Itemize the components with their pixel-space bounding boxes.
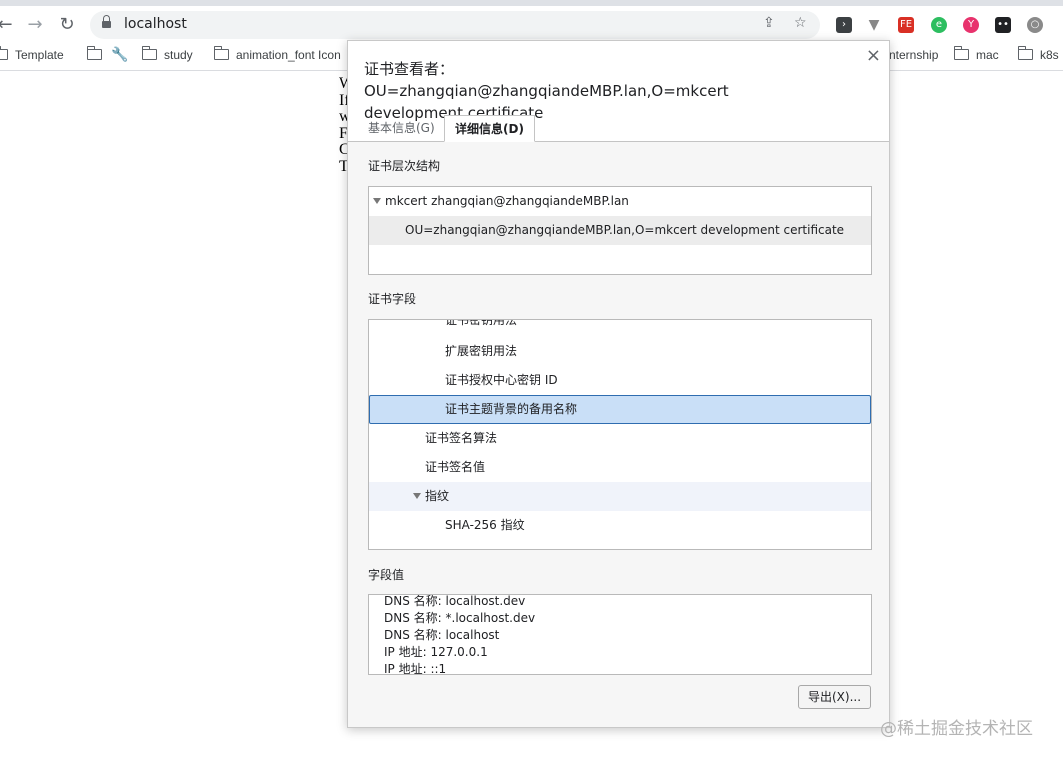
address-bar[interactable]: localhost ⇪ ☆ — [90, 11, 820, 39]
fields-label: 证书字段 — [368, 292, 417, 306]
bookmark-folder[interactable] — [87, 46, 109, 62]
forward-arrow-icon[interactable]: → — [24, 14, 46, 36]
star-icon[interactable]: ☆ — [794, 15, 807, 31]
close-icon[interactable]: × — [866, 45, 881, 66]
export-button[interactable]: 导出(X)... — [798, 685, 871, 709]
browser-toolbar: ← → ↻ localhost ⇪ ☆ › ▼ FE e Y •• ○ — [0, 0, 1063, 43]
field-value-text[interactable]: DNS 名称: localhost.dev DNS 名称: *.localhos… — [368, 594, 872, 675]
lock-icon[interactable] — [102, 15, 111, 30]
folder-icon — [214, 46, 229, 60]
bookmark-study[interactable]: study — [142, 46, 193, 62]
fields-tree[interactable]: 证书密钥用法 扩展密钥用法 证书授权中心密钥 ID 证书主题背景的备用名称 证书… — [368, 319, 872, 550]
bookmark-animation-font-icon[interactable]: animation_font Icon — [214, 46, 341, 62]
field-item[interactable]: 证书授权中心密钥 ID — [369, 366, 871, 395]
tree-item-root[interactable]: mkcert zhangqian@zhangqiandeMBP.lan — [369, 187, 871, 216]
field-item-selected[interactable]: 证书主题背景的备用名称 — [369, 395, 871, 424]
tab-bar: 基本信息(G) 详细信息(D) — [348, 115, 889, 142]
hierarchy-label: 证书层次结构 — [368, 159, 441, 173]
hierarchy-tree[interactable]: mkcert zhangqian@zhangqiandeMBP.lan OU=z… — [368, 186, 872, 275]
share-icon[interactable]: ⇪ — [763, 15, 775, 31]
vue-extension-icon[interactable]: ▼ — [866, 17, 882, 33]
details-panel: 证书层次结构 mkcert zhangqian@zhangqiandeMBP.l… — [348, 142, 889, 727]
terminal-extension-icon[interactable]: › — [836, 17, 852, 33]
tab-details[interactable]: 详细信息(D) — [444, 115, 535, 142]
fe-extension-icon[interactable]: FE — [898, 17, 914, 33]
bookmark-template[interactable]: Template — [0, 46, 64, 62]
round-extension-icon[interactable]: ○ — [1027, 17, 1043, 33]
tab-general[interactable]: 基本信息(G) — [364, 115, 439, 142]
wrench-icon[interactable]: 🔧 — [111, 46, 128, 63]
reload-icon[interactable]: ↻ — [56, 14, 78, 36]
certificate-viewer-dialog: 证书查看者：OU=zhangqian@zhangqiandeMBP.lan,O=… — [347, 40, 890, 728]
bookmark-mac[interactable]: mac — [954, 46, 999, 62]
expand-triangle-icon[interactable] — [373, 198, 381, 204]
field-item[interactable]: SHA-256 指纹 — [369, 511, 871, 540]
folder-icon — [1018, 46, 1033, 60]
field-item-fingerprint[interactable]: 指纹 — [369, 482, 871, 511]
field-item[interactable]: 扩展密钥用法 — [369, 337, 871, 366]
evernote-extension-icon[interactable]: e — [931, 17, 947, 33]
field-item[interactable]: 证书签名值 — [369, 453, 871, 482]
folder-icon — [0, 46, 8, 60]
expand-triangle-icon[interactable] — [413, 493, 421, 499]
bookmark-internship[interactable]: nternship — [889, 48, 938, 62]
field-value-label: 字段值 — [368, 568, 405, 582]
tree-item-leaf[interactable]: OU=zhangqian@zhangqiandeMBP.lan,O=mkcert… — [369, 216, 871, 245]
bookmark-k8s[interactable]: k8s — [1018, 46, 1059, 62]
url-text: localhost — [124, 16, 187, 32]
ghost-extension-icon[interactable]: •• — [995, 17, 1011, 33]
folder-icon — [954, 46, 969, 60]
field-item[interactable]: 证书密钥用法 — [369, 320, 871, 335]
y-extension-icon[interactable]: Y — [963, 17, 979, 33]
folder-icon — [87, 46, 102, 60]
field-item[interactable]: 证书签名算法 — [369, 424, 871, 453]
watermark: @稀土掘金技术社区 — [880, 719, 1033, 739]
back-arrow-icon[interactable]: ← — [0, 14, 16, 36]
folder-icon — [142, 46, 157, 60]
